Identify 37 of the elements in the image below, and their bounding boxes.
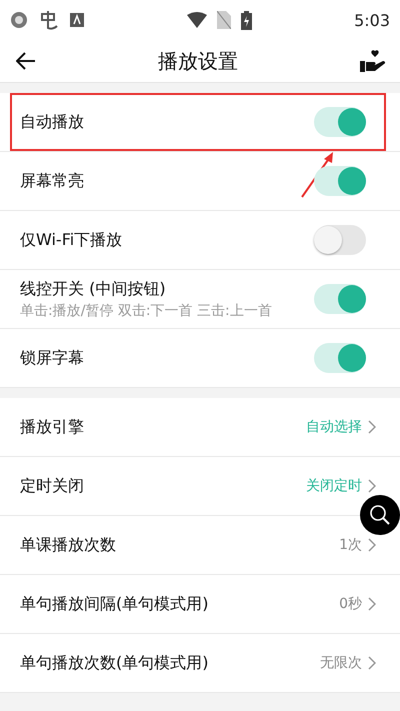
setting-label: 屏幕常亮 <box>20 170 85 192</box>
toggle-switch[interactable] <box>314 166 366 196</box>
setting-value[interactable]: 关闭定时 <box>306 477 362 495</box>
chevron-right-icon <box>368 597 376 611</box>
no-sim-icon <box>216 11 231 29</box>
battery-icon <box>240 10 252 30</box>
chevron-right-icon <box>368 538 376 552</box>
setting-label: 仅Wi-Fi下播放 <box>20 230 124 250</box>
search-icon <box>369 504 391 526</box>
setting-value[interactable]: 0秒 <box>339 595 362 613</box>
setting-description: 单击:播放/暂停 双击:下一首 三击:上一首 <box>20 302 273 320</box>
setting-label: 锁屏字幕 <box>20 348 85 368</box>
page-title: 播放设置 <box>158 48 238 74</box>
setting-label: 播放引擎 <box>20 416 85 438</box>
setting-label: 单句播放次数(单句模式用) <box>20 652 210 674</box>
setting-value[interactable]: 自动选择 <box>306 418 362 436</box>
toggle-switch[interactable] <box>314 225 366 255</box>
wifi-icon <box>186 12 207 28</box>
chevron-right-icon <box>368 420 376 434</box>
toggle-switch[interactable] <box>314 284 366 314</box>
setting-value[interactable]: 无限次 <box>320 654 362 672</box>
toggle-switch[interactable] <box>314 107 366 137</box>
keyboard-icon <box>70 13 84 27</box>
chevron-right-icon <box>368 656 376 670</box>
setting-label: 自动播放 <box>20 112 85 132</box>
chevron-right-icon <box>368 479 376 493</box>
setting-label: 单句播放间隔(单句模式用) <box>20 594 210 614</box>
setting-value[interactable]: 1次 <box>339 536 362 554</box>
toggle-switch[interactable] <box>314 343 366 373</box>
headphone-icon <box>10 11 28 29</box>
setting-label: 定时关闭 <box>20 476 85 496</box>
bug-icon <box>38 10 60 30</box>
setting-label: 线控开关 (中间按钮) <box>20 278 167 300</box>
heart-in-hand-icon[interactable] <box>360 49 386 73</box>
setting-label: 单课播放次数 <box>20 534 117 556</box>
back-arrow-icon[interactable] <box>16 52 36 70</box>
status-time: 5:03 <box>354 10 390 30</box>
